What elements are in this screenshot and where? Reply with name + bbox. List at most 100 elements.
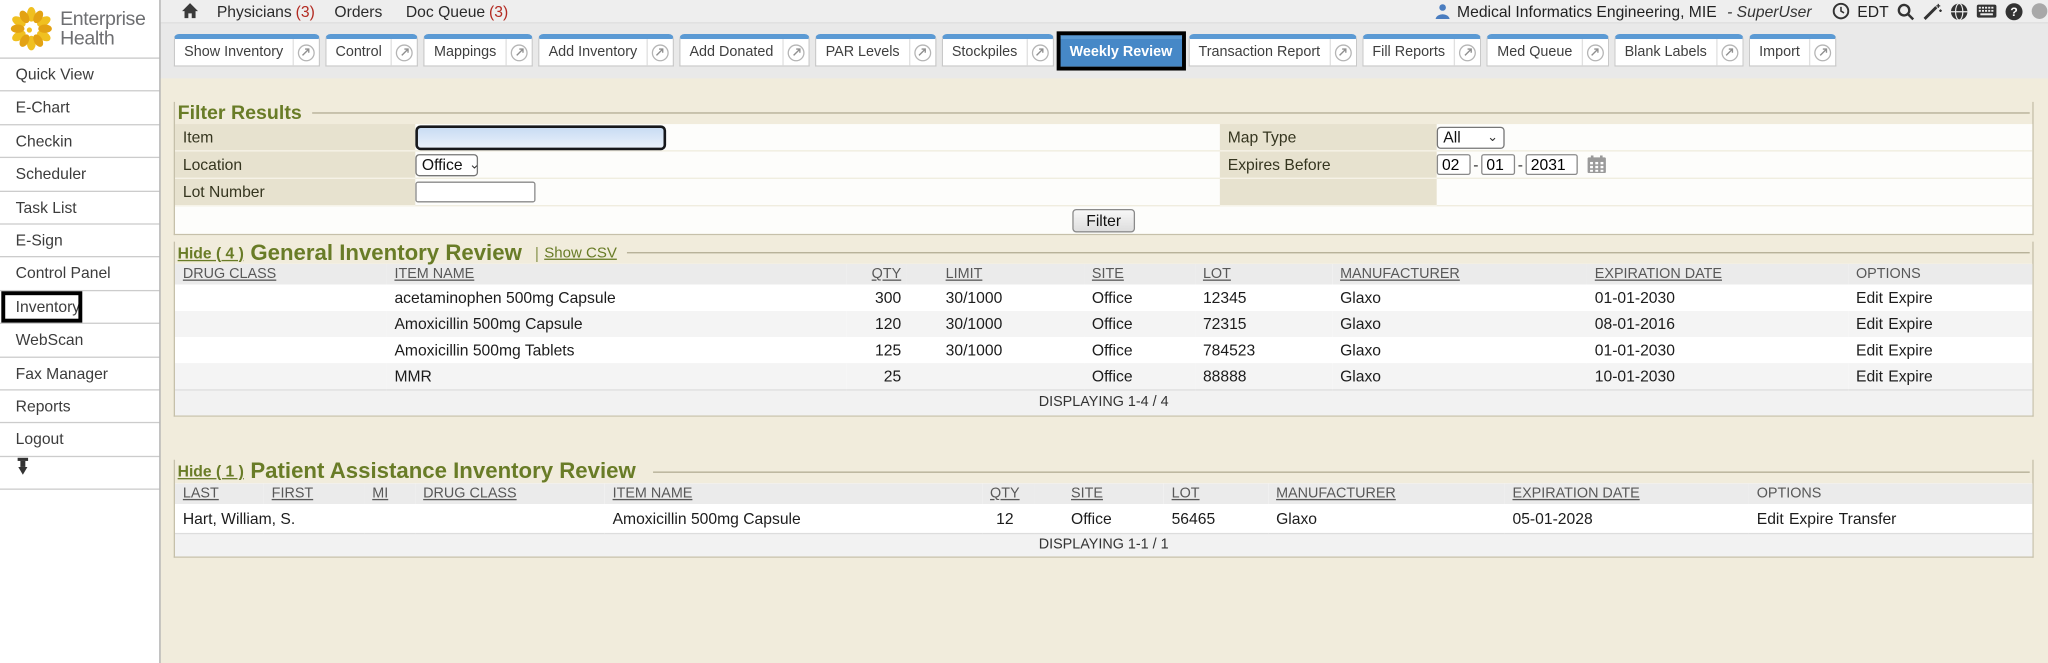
tab-weekly-review[interactable]: Weekly Review — [1059, 34, 1183, 67]
open-in-new-window-icon[interactable] — [1454, 39, 1480, 65]
col-header-site[interactable]: SITE — [1034, 483, 1163, 504]
expire-link[interactable]: Expire — [1888, 367, 1932, 385]
col-header-options: OPTIONS — [1848, 264, 2032, 285]
clock-icon[interactable] — [1832, 3, 1849, 20]
open-in-new-window-icon[interactable] — [782, 39, 808, 65]
sidebar-item-control-panel[interactable]: Control Panel — [0, 258, 159, 291]
col-header-item-name[interactable]: ITEM NAME — [605, 483, 982, 504]
open-in-new-window-icon[interactable] — [909, 39, 935, 65]
status-dot-icon[interactable] — [2031, 3, 2048, 20]
col-header-site[interactable]: SITE — [1084, 264, 1195, 285]
edit-link[interactable]: Edit — [1757, 509, 1784, 527]
timezone-label[interactable]: EDT — [1857, 2, 1888, 20]
expire-link[interactable]: Expire — [1888, 289, 1932, 307]
sidebar-item-checkin[interactable]: Checkin — [0, 125, 159, 158]
col-header-manufacturer[interactable]: MANUFACTURER — [1332, 264, 1587, 285]
home-icon[interactable] — [182, 3, 199, 20]
col-header-item-name[interactable]: ITEM NAME — [387, 264, 847, 285]
sidebar-item-e-chart[interactable]: E-Chart — [0, 92, 159, 125]
col-header-lot[interactable]: LOT — [1195, 264, 1332, 285]
tab-add-donated[interactable]: Add Donated — [679, 34, 810, 67]
filter-button[interactable]: Filter — [1072, 208, 1136, 232]
keyboard-icon[interactable] — [1976, 4, 1997, 18]
expire-link[interactable]: Expire — [1888, 341, 1932, 359]
patient-hide-link[interactable]: Hide ( 1 ) — [178, 462, 244, 480]
tab-med-queue[interactable]: Med Queue — [1487, 34, 1609, 67]
open-in-new-window-icon[interactable] — [292, 39, 318, 65]
user-area[interactable]: Medical Informatics Engineering, MIE - S… — [1434, 2, 1812, 20]
wand-icon[interactable] — [1923, 2, 1943, 20]
col-header-last[interactable]: LAST — [175, 483, 264, 504]
search-icon[interactable] — [1896, 2, 1914, 20]
tab-add-inventory[interactable]: Add Inventory — [538, 34, 674, 67]
general-show-csv-link[interactable]: Show CSV — [544, 245, 617, 261]
col-header-drug-class[interactable]: DRUG CLASS — [175, 264, 387, 285]
expires-month-input[interactable] — [1437, 154, 1471, 175]
item-input[interactable] — [415, 125, 666, 150]
help-icon[interactable]: ? — [2005, 2, 2023, 20]
calendar-icon[interactable] — [1587, 155, 1607, 173]
tab-transaction-report[interactable]: Transaction Report — [1188, 34, 1357, 67]
open-in-new-window-icon[interactable] — [1716, 39, 1742, 65]
col-header-lot[interactable]: LOT — [1164, 483, 1268, 504]
map-type-select[interactable]: All⌄ — [1437, 126, 1505, 148]
open-in-new-window-icon[interactable] — [1809, 39, 1835, 65]
tab-par-levels[interactable]: PAR Levels — [815, 34, 936, 67]
tab-mappings[interactable]: Mappings — [424, 34, 533, 67]
col-header-limit[interactable]: LIMIT — [906, 264, 1084, 285]
expire-link[interactable]: Expire — [1888, 315, 1932, 333]
col-header-expiration-date[interactable]: EXPIRATION DATE — [1587, 264, 1848, 285]
edit-link[interactable]: Edit — [1856, 289, 1883, 307]
open-in-new-window-icon[interactable] — [1581, 39, 1607, 65]
sidebar-item-e-sign[interactable]: E-Sign — [0, 225, 159, 258]
location-select[interactable]: Office⌄ — [415, 153, 478, 175]
expires-year-input[interactable] — [1526, 154, 1578, 175]
general-hide-link[interactable]: Hide ( 4 ) — [178, 244, 244, 262]
sidebar-item-quick-view[interactable]: Quick View — [0, 59, 159, 92]
col-header-qty[interactable]: QTY — [982, 483, 1034, 504]
sidebar-item-scheduler[interactable]: Scheduler — [0, 158, 159, 191]
top-nav-doc-queue[interactable]: Doc Queue (3) — [406, 2, 508, 20]
tab-label: Add Donated — [680, 44, 782, 60]
edit-link[interactable]: Edit — [1856, 341, 1883, 359]
open-in-new-window-icon[interactable] — [391, 39, 417, 65]
sidebar-item-task-list[interactable]: Task List — [0, 191, 159, 224]
sidebar-item-inventory[interactable]: Inventory — [0, 291, 159, 324]
edit-link[interactable]: Edit — [1856, 367, 1883, 385]
top-nav-orders[interactable]: Orders — [334, 2, 386, 20]
transfer-link[interactable]: Transfer — [1839, 509, 1897, 527]
col-header-first[interactable]: FIRST — [264, 483, 365, 504]
sidebar-pin-toggle[interactable] — [0, 457, 159, 490]
location-value: Office — [422, 155, 463, 173]
open-in-new-window-icon[interactable] — [1329, 39, 1355, 65]
lot-number-input[interactable] — [415, 182, 535, 203]
tab-stockpiles[interactable]: Stockpiles — [941, 34, 1054, 67]
col-header-qty[interactable]: QTY — [846, 264, 906, 285]
expire-link[interactable]: Expire — [1789, 509, 1833, 527]
expires-day-input[interactable] — [1481, 154, 1515, 175]
open-in-new-window-icon[interactable] — [505, 39, 531, 65]
edit-link[interactable]: Edit — [1856, 315, 1883, 333]
open-in-new-window-icon[interactable] — [646, 39, 672, 65]
cell-site: Office — [1084, 285, 1195, 311]
globe-icon[interactable] — [1950, 2, 1968, 20]
col-header-mi[interactable]: MI — [364, 483, 415, 504]
sidebar-item-webscan[interactable]: WebScan — [0, 324, 159, 357]
col-header-manufacturer[interactable]: MANUFACTURER — [1268, 483, 1504, 504]
open-in-new-window-icon[interactable] — [1026, 39, 1052, 65]
sidebar-item-reports[interactable]: Reports — [0, 390, 159, 423]
tab-show-inventory[interactable]: Show Inventory — [174, 34, 320, 67]
col-header-drug-class[interactable]: DRUG CLASS — [415, 483, 604, 504]
user-role: - SuperUser — [1727, 2, 1811, 20]
sidebar-item-fax-manager[interactable]: Fax Manager — [0, 357, 159, 390]
sidebar-item-logout[interactable]: Logout — [0, 424, 159, 457]
top-nav-physicians[interactable]: Physicians (3) — [217, 2, 315, 20]
cell-lot: 56465 — [1164, 504, 1268, 533]
table-footer-row: DISPLAYING 1-1 / 1 — [175, 533, 2032, 557]
cell-expiration-date: 08-01-2016 — [1587, 311, 1848, 337]
tab-fill-reports[interactable]: Fill Reports — [1362, 34, 1482, 67]
tab-control[interactable]: Control — [325, 34, 418, 67]
col-header-expiration-date[interactable]: EXPIRATION DATE — [1505, 483, 1749, 504]
tab-import[interactable]: Import — [1749, 34, 1837, 67]
tab-blank-labels[interactable]: Blank Labels — [1614, 34, 1743, 67]
